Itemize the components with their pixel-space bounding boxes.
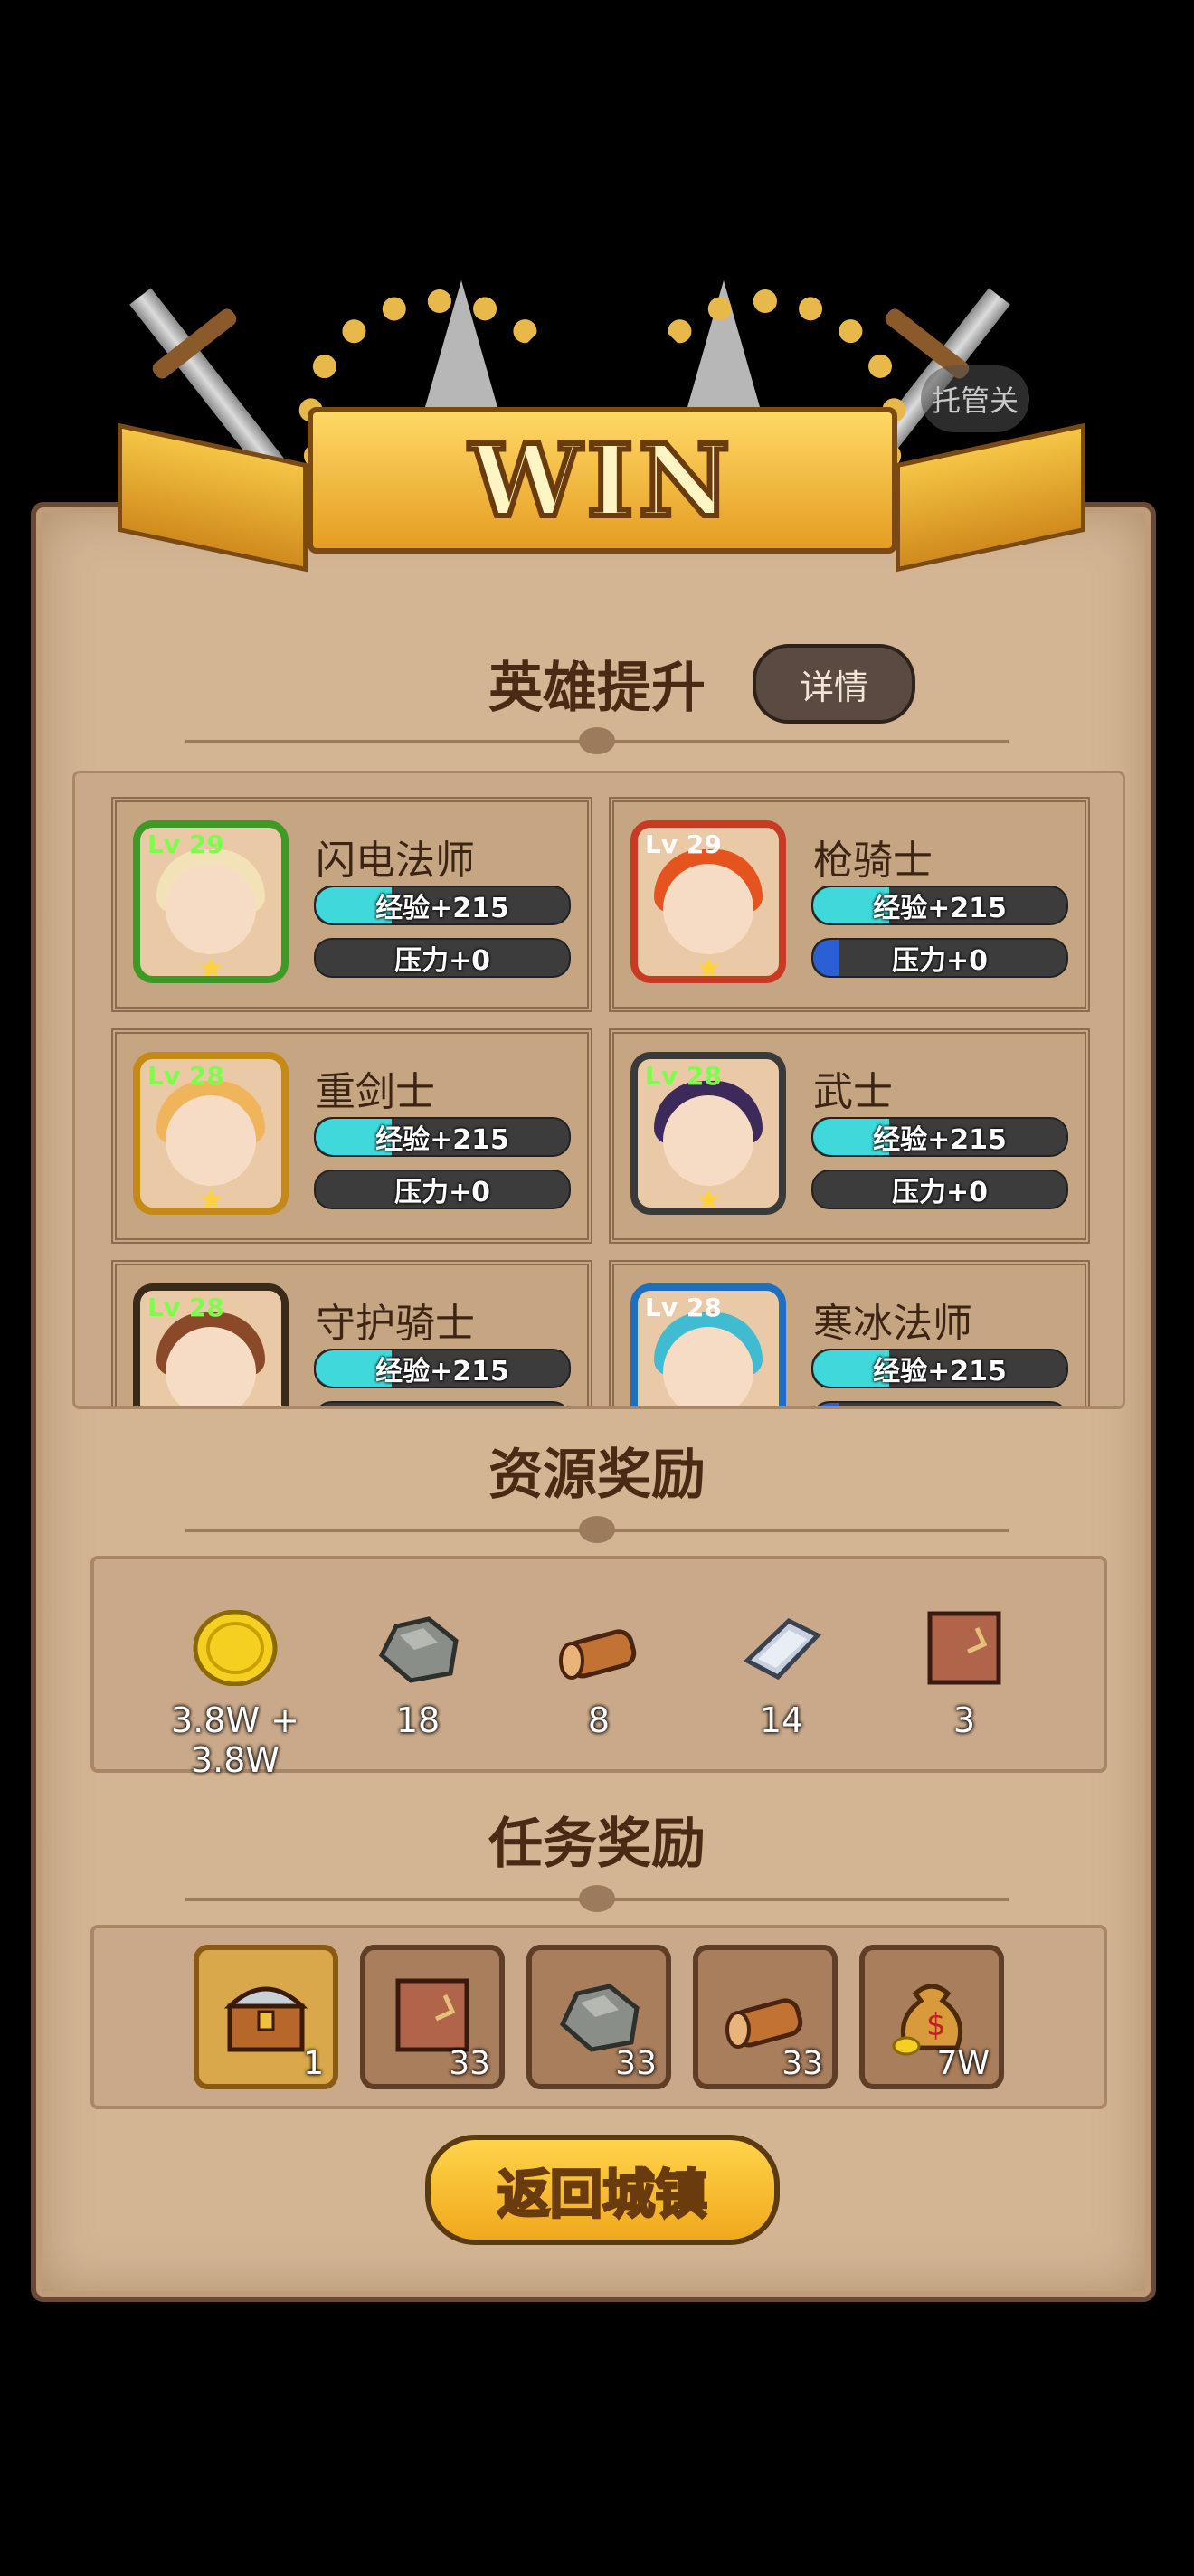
star-icon: ★ [696, 1182, 722, 1215]
exp-bar: 经验+215 [811, 1117, 1068, 1157]
win-ribbon: WIN [118, 407, 1085, 573]
task-rewards: 1 33 33 33 $ 7W [90, 1925, 1107, 2109]
hero-card[interactable]: Lv 29 ★ 枪骑士 经验+215 压力+0 [609, 797, 1090, 1012]
hero-level: Lv 29 [645, 829, 722, 859]
task-section-title: 任务奖励 [488, 1813, 706, 1876]
exp-bar: 经验+215 [811, 886, 1068, 925]
resource-count: 8 [587, 1700, 611, 1740]
iron-ingot-icon [743, 1617, 822, 1681]
win-banner: WIN [81, 253, 1113, 642]
exp-bar: 经验+215 [811, 1349, 1068, 1388]
section-divider [185, 727, 1009, 754]
leather-icon [927, 1611, 1001, 1685]
exp-bar: 经验+215 [314, 1349, 571, 1388]
pressure-bar [314, 1401, 571, 1406]
stone-icon [378, 1616, 459, 1683]
exp-bar: 经验+215 [314, 886, 571, 925]
task-reward-stone[interactable]: 33 [526, 1945, 671, 2089]
pressure-bar: 压力+0 [314, 1170, 571, 1209]
hero-card[interactable]: Lv 28 守护骑士 经验+215 [111, 1260, 592, 1406]
win-title: WIN [467, 420, 735, 542]
auto-battle-button[interactable]: 托管关 [921, 365, 1029, 432]
hero-portrait: Lv 28 [630, 1283, 786, 1406]
star-icon: ★ [198, 1182, 224, 1215]
resource-leather: 3 [874, 1610, 1055, 1740]
hero-list[interactable]: Lv 29 ★ 闪电法师 经验+215 压力+0 Lv 29 ★ 枪骑士 经验+… [72, 771, 1125, 1409]
section-divider [185, 1885, 1009, 1912]
task-reward-chest[interactable]: 1 [194, 1945, 338, 2089]
hero-level: Lv 28 [147, 1293, 224, 1322]
hero-name: 重剑士 [316, 1069, 435, 1115]
hero-card[interactable]: Lv 28 ★ 重剑士 经验+215 压力+0 [111, 1028, 592, 1244]
pressure-bar: 压力+0 [811, 938, 1068, 978]
resource-count: 18 [395, 1700, 441, 1740]
pressure-bar: 压力+0 [811, 1170, 1068, 1209]
hero-name: 武士 [813, 1069, 893, 1115]
resource-stone: 18 [327, 1610, 508, 1740]
section-divider [185, 1516, 1009, 1543]
task-reward-wood[interactable]: 33 [693, 1945, 838, 2089]
hero-name: 枪骑士 [813, 838, 933, 884]
hero-card[interactable]: Lv 28 寒冰法师 经验+215 [609, 1260, 1090, 1406]
star-icon: ★ [198, 951, 224, 983]
reward-count: 7W [936, 2045, 990, 2082]
hero-card[interactable]: Lv 28 ★ 武士 经验+215 压力+0 [609, 1028, 1090, 1244]
hero-level: Lv 28 [147, 1061, 224, 1091]
hero-portrait: Lv 28 [133, 1283, 289, 1406]
resource-count: 3.8W + 3.8W [171, 1700, 299, 1780]
wood-log-icon [559, 1629, 637, 1680]
task-reward-leather[interactable]: 33 [360, 1945, 505, 2089]
hero-card[interactable]: Lv 29 ★ 闪电法师 经验+215 压力+0 [111, 797, 592, 1012]
pressure-bar [811, 1401, 1068, 1406]
reward-count: 33 [449, 2045, 490, 2082]
reward-count: 1 [303, 2045, 324, 2082]
gold-coin-icon [193, 1609, 278, 1687]
hero-portrait: Lv 29 ★ [133, 820, 289, 983]
return-town-button[interactable]: 返回城镇 [425, 2135, 780, 2245]
hero-level: Lv 28 [645, 1061, 722, 1091]
resource-wood: 8 [508, 1610, 689, 1740]
resource-rewards: 3.8W + 3.8W 18 8 14 3 [90, 1556, 1107, 1780]
hero-level: Lv 28 [645, 1293, 722, 1322]
resource-gold: 3.8W + 3.8W [145, 1609, 326, 1780]
resource-section-title: 资源奖励 [488, 1444, 706, 1507]
hero-portrait: Lv 28 ★ [630, 1052, 786, 1215]
reward-count: 33 [782, 2045, 823, 2082]
reward-count: 33 [615, 2045, 657, 2082]
hero-name: 闪电法师 [316, 838, 475, 884]
exp-bar: 经验+215 [314, 1117, 571, 1157]
hero-name: 寒冰法师 [813, 1301, 972, 1347]
resource-iron: 14 [691, 1610, 872, 1740]
details-button[interactable]: 详情 [753, 644, 915, 724]
pressure-bar: 压力+0 [314, 938, 571, 978]
hero-level: Lv 29 [147, 829, 224, 859]
resource-count: 3 [952, 1700, 976, 1740]
hero-name: 守护骑士 [316, 1301, 475, 1347]
star-icon: ★ [696, 951, 722, 983]
resource-count: 14 [759, 1700, 804, 1740]
hero-portrait: Lv 29 ★ [630, 820, 786, 983]
hero-section-title: 英雄提升 [488, 657, 706, 720]
treasure-chest-icon [223, 1986, 308, 2052]
task-reward-gold[interactable]: $ 7W [859, 1945, 1004, 2089]
hero-portrait: Lv 28 ★ [133, 1052, 289, 1215]
svg-text:$: $ [926, 2007, 946, 2043]
